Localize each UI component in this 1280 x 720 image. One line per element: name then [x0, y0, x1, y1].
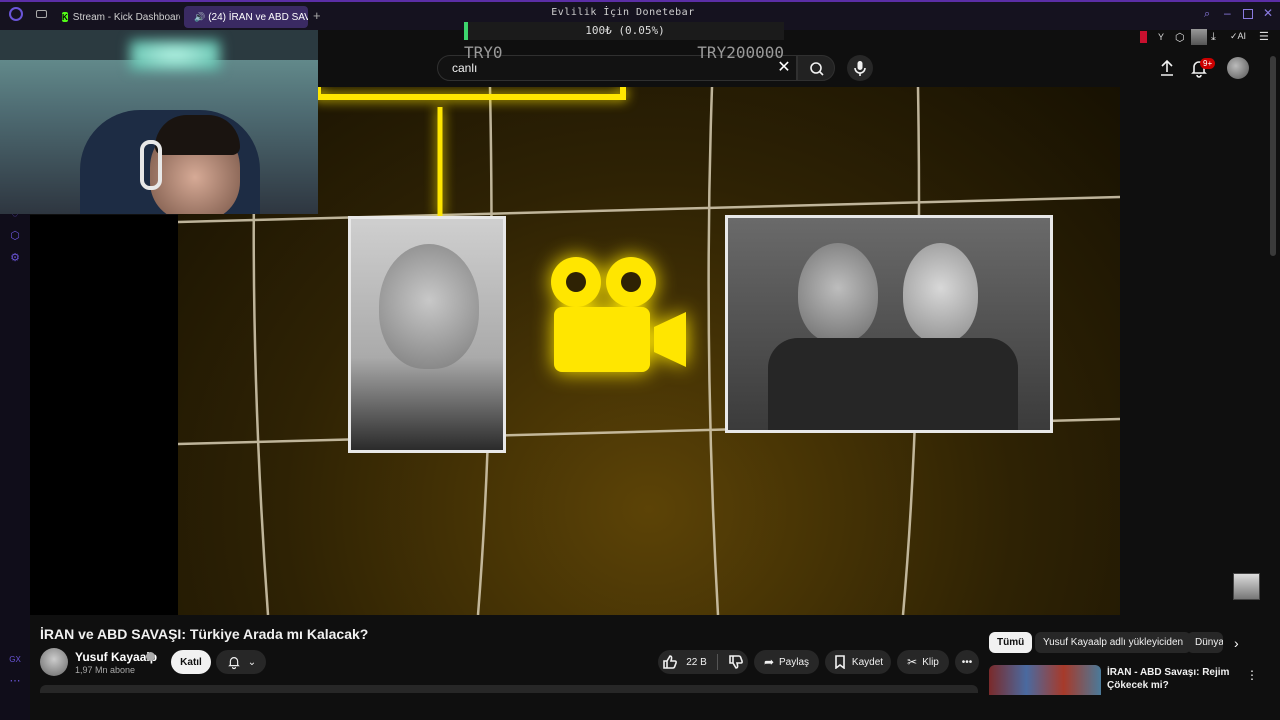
headphones-graphic	[140, 140, 162, 190]
recommendation-thumbnail[interactable]	[989, 665, 1101, 695]
channel-avatar[interactable]	[40, 648, 68, 676]
opera-logo-icon[interactable]	[9, 7, 23, 21]
like-divider	[716, 654, 718, 670]
tab-label: (24) İRAN ve ABD SAVAŞI	[208, 11, 308, 23]
miniplayer-thumbnail[interactable]	[1233, 573, 1260, 600]
share-button[interactable]: ➦ Paylaş	[754, 650, 819, 674]
notification-badge: 9+	[1200, 58, 1216, 69]
video-camera-icon	[551, 257, 686, 372]
tab-label: Stream - Kick Dashboard	[72, 11, 180, 23]
extension-y-icon[interactable]: Y	[1158, 32, 1164, 42]
account-avatar[interactable]	[1227, 57, 1249, 79]
donation-max-label: TRY200000	[697, 43, 784, 62]
upload-icon[interactable]	[1156, 58, 1178, 78]
subscription-bell-button[interactable]: ⌄	[216, 650, 266, 674]
verified-badge-icon	[146, 652, 155, 661]
voice-search-button[interactable]	[847, 55, 873, 81]
like-count: 22 B	[686, 656, 707, 668]
person-left-face	[798, 243, 878, 343]
ai-label: AI	[1237, 31, 1247, 41]
video-letterbox-left	[30, 215, 178, 615]
profile-thumbnail-icon[interactable]	[1191, 29, 1207, 45]
clip-label: Klip	[922, 656, 939, 668]
person-right-face	[903, 243, 978, 343]
search-icon	[810, 62, 824, 76]
join-button[interactable]: Katıl	[171, 650, 211, 674]
aria-ai-icon[interactable]: ✓AI	[1230, 31, 1246, 42]
clip-button[interactable]: ✂ Klip	[897, 650, 949, 674]
minimize-icon[interactable]: –	[1224, 6, 1231, 20]
chip-uploader[interactable]: Yusuf Kayaalp adlı yükleyiciden	[1035, 632, 1192, 653]
chip-all[interactable]: Tümü	[989, 632, 1033, 653]
webcam-overlay	[0, 30, 318, 214]
sidebar-settings-icon[interactable]: ⚙	[9, 252, 21, 264]
bookmark-red-icon[interactable]	[1140, 31, 1147, 43]
extensions-icon[interactable]: ⬡	[1175, 31, 1185, 44]
group-photo-right	[725, 215, 1053, 433]
tab-youtube-video[interactable]: 🔊 (24) İRAN ve ABD SAVAŞI	[184, 6, 308, 28]
tab-kick-dashboard[interactable]: K Stream - Kick Dashboard	[56, 6, 180, 28]
donation-progress-bar: 100₺ (0.05%)	[464, 22, 784, 40]
search-input[interactable]	[452, 61, 752, 75]
donation-goal-overlay: Evlilik İçin Donetebar 100₺ (0.05%) TRY0…	[462, 2, 784, 62]
portrait-photo-left	[348, 216, 506, 453]
streamer-hair	[155, 115, 240, 155]
download-icon[interactable]: ⤓	[1211, 31, 1216, 44]
video-player[interactable]	[178, 87, 1120, 615]
thumbs-down-icon[interactable]	[728, 654, 744, 670]
more-actions-button[interactable]: •••	[955, 650, 979, 674]
new-tab-icon[interactable]: +	[313, 8, 321, 23]
kick-icon: K	[62, 12, 68, 22]
donation-amount: 100₺ (0.05%)	[585, 24, 665, 37]
donation-min-label: TRY0	[464, 43, 503, 62]
channel-name[interactable]: Yusuf Kayaalp	[75, 650, 157, 664]
sidebar-extensions-icon[interactable]: ⬡	[9, 230, 21, 242]
speaker-icon: 🔊	[194, 11, 206, 22]
maximize-icon[interactable]	[1243, 9, 1253, 19]
more-horizontal-icon: •••	[961, 656, 973, 668]
share-label: Paylaş	[779, 656, 810, 668]
webcam-light	[130, 40, 220, 70]
chip-world[interactable]: Dünya	[1187, 632, 1223, 653]
recommendation-title[interactable]: İRAN - ABD Savaşı: Rejim Çökecek mi?	[1107, 666, 1232, 692]
chevron-down-icon: ⌄	[247, 656, 257, 668]
page-scrollbar[interactable]	[1270, 56, 1276, 256]
menu-icon[interactable]: ☰	[1259, 30, 1269, 43]
bookmark-icon	[835, 655, 845, 669]
search-button[interactable]	[797, 55, 835, 81]
workspaces-icon[interactable]	[36, 10, 47, 18]
sidebar-more-icon[interactable]: ⋯	[9, 675, 21, 687]
search-tabs-icon[interactable]: ⌕	[1204, 8, 1210, 21]
share-icon: ➦	[763, 655, 775, 669]
bell-icon	[228, 657, 240, 670]
save-label: Kaydet	[851, 656, 884, 668]
close-window-icon[interactable]: ✕	[1263, 6, 1273, 20]
scissors-icon: ✂	[907, 655, 918, 669]
suits-graphic	[768, 338, 1018, 430]
chevron-right-icon[interactable]: ›	[1234, 636, 1248, 650]
save-button[interactable]: Kaydet	[825, 650, 891, 674]
thumbs-up-icon	[663, 655, 678, 669]
like-button[interactable]: 22 B	[658, 650, 748, 674]
gx-label: GX	[9, 655, 21, 664]
portrait-face	[379, 244, 479, 369]
subscriber-count: 1,97 Mn abone	[75, 665, 136, 675]
description-box[interactable]	[40, 685, 978, 693]
donation-goal-title: Evlilik İçin Donetebar	[551, 7, 695, 18]
more-vertical-icon[interactable]: ⋮	[1246, 668, 1258, 682]
microphone-icon	[854, 61, 866, 76]
video-title: İRAN ve ABD SAVAŞI: Türkiye Arada mı Kal…	[40, 626, 369, 642]
